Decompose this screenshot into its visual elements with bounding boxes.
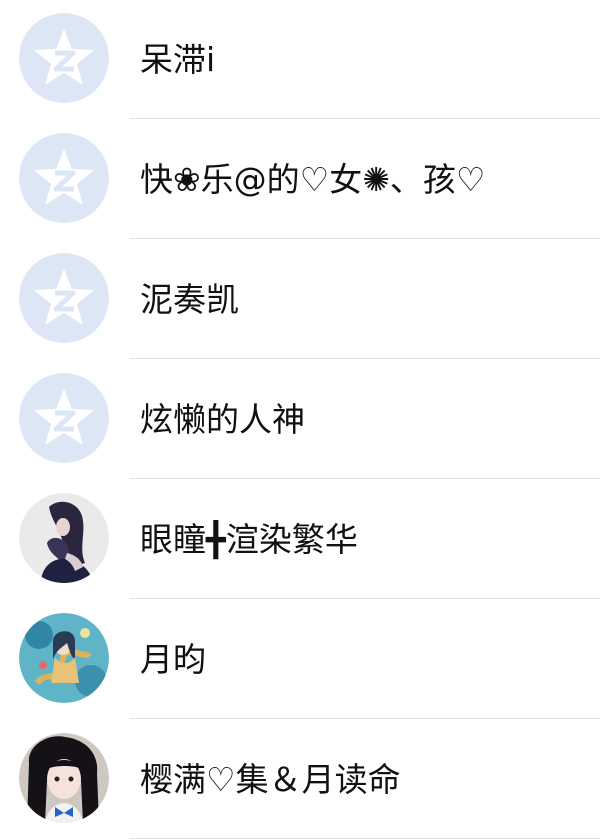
default-avatar-icon[interactable]: [19, 373, 109, 463]
divider: [130, 118, 600, 119]
photo-avatar[interactable]: [19, 493, 109, 583]
contact-row[interactable]: 月昀: [0, 600, 600, 720]
contact-list: 呆滞i 快❀乐@的♡女✺、孩♡ 泥奏凯 炫懒的人神 眼瞳╋渲染繁华 月昀 樱满♡…: [0, 0, 600, 839]
contact-name: 炫懒的人神: [140, 400, 305, 439]
divider: [130, 718, 600, 719]
contact-row[interactable]: 泥奏凯: [0, 240, 600, 360]
contact-row[interactable]: 快❀乐@的♡女✺、孩♡: [0, 120, 600, 240]
default-avatar-icon[interactable]: [19, 13, 109, 103]
contact-name: 樱满♡集＆月读命: [140, 760, 401, 799]
contact-name: 眼瞳╋渲染繁华: [140, 520, 358, 559]
divider: [130, 598, 600, 599]
divider: [130, 838, 600, 839]
contact-name: 呆滞i: [140, 40, 216, 79]
divider: [130, 238, 600, 239]
photo-avatar[interactable]: [19, 733, 109, 823]
contact-name: 快❀乐@的♡女✺、孩♡: [140, 160, 486, 199]
divider: [130, 358, 600, 359]
contact-row[interactable]: 呆滞i: [0, 0, 600, 120]
divider: [130, 478, 600, 479]
contact-name: 泥奏凯: [140, 280, 239, 319]
contact-row[interactable]: 炫懒的人神: [0, 360, 600, 480]
contact-row[interactable]: 樱满♡集＆月读命: [0, 720, 600, 840]
illustration-avatar[interactable]: [19, 613, 109, 703]
default-avatar-icon[interactable]: [19, 253, 109, 343]
default-avatar-icon[interactable]: [19, 133, 109, 223]
contact-row[interactable]: 眼瞳╋渲染繁华: [0, 480, 600, 600]
contact-name: 月昀: [140, 640, 206, 679]
